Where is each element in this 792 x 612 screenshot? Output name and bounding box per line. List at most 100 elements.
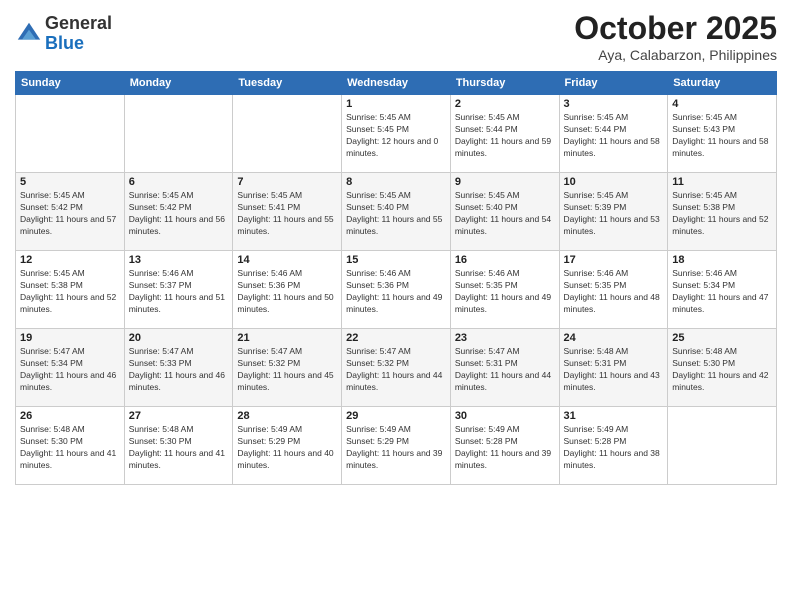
day-cell: 9 Sunrise: 5:45 AMSunset: 5:40 PMDaylight… bbox=[450, 173, 559, 251]
day-cell: 1Sunrise: 5:45 AMSunset: 5:45 PMDaylight… bbox=[342, 95, 451, 173]
day-number: 5 bbox=[20, 176, 120, 188]
day-info: Sunrise: 5:46 AMSunset: 5:36 PMDaylight:… bbox=[346, 268, 446, 316]
day-number: 14 bbox=[237, 254, 337, 266]
day-info: Sunrise: 5:47 AMSunset: 5:34 PMDaylight:… bbox=[20, 346, 120, 394]
location-subtitle: Aya, Calabarzon, Philippines bbox=[574, 47, 777, 63]
day-number: 8 bbox=[346, 176, 446, 188]
day-cell: 14 Sunrise: 5:46 AMSunset: 5:36 PMDayligh… bbox=[233, 251, 342, 329]
weekday-header-row: SundayMondayTuesdayWednesdayThursdayFrid… bbox=[16, 72, 777, 95]
day-number: 2 bbox=[455, 98, 555, 110]
day-info: Sunrise: 5:45 AMSunset: 5:42 PMDaylight:… bbox=[129, 190, 229, 238]
day-info: Sunrise: 5:47 AMSunset: 5:32 PMDaylight:… bbox=[237, 346, 337, 394]
day-cell: 29 Sunrise: 5:49 AMSunset: 5:29 PMDayligh… bbox=[342, 407, 451, 485]
day-cell: 25Sunrise: 5:48 AMSunset: 5:30 PMDayligh… bbox=[668, 329, 777, 407]
day-cell: 31 Sunrise: 5:49 AMSunset: 5:28 PMDayligh… bbox=[559, 407, 668, 485]
day-info: Sunrise: 5:49 AMSunset: 5:29 PMDaylight:… bbox=[237, 424, 337, 472]
day-info: Sunrise: 5:45 AMSunset: 5:43 PMDaylight:… bbox=[672, 112, 772, 160]
day-info: Sunrise: 5:46 AMSunset: 5:35 PMDaylight:… bbox=[564, 268, 664, 316]
weekday-header-tuesday: Tuesday bbox=[233, 72, 342, 95]
day-info: Sunrise: 5:45 AMSunset: 5:40 PMDaylight:… bbox=[455, 190, 555, 238]
day-number: 15 bbox=[346, 254, 446, 266]
day-info: Sunrise: 5:45 AMSunset: 5:38 PMDaylight:… bbox=[20, 268, 120, 316]
day-number: 10 bbox=[564, 176, 664, 188]
day-info: Sunrise: 5:49 AMSunset: 5:29 PMDaylight:… bbox=[346, 424, 446, 472]
day-cell: 19 Sunrise: 5:47 AMSunset: 5:34 PMDayligh… bbox=[16, 329, 125, 407]
day-cell bbox=[16, 95, 125, 173]
day-cell: 2 Sunrise: 5:45 AMSunset: 5:44 PMDaylight… bbox=[450, 95, 559, 173]
day-number: 1 bbox=[346, 98, 446, 110]
day-info: Sunrise: 5:47 AMSunset: 5:33 PMDaylight:… bbox=[129, 346, 229, 394]
day-cell: 27Sunrise: 5:48 AMSunset: 5:30 PMDayligh… bbox=[124, 407, 233, 485]
day-number: 18 bbox=[672, 254, 772, 266]
day-info: Sunrise: 5:45 AMSunset: 5:42 PMDaylight:… bbox=[20, 190, 120, 238]
day-cell: 17 Sunrise: 5:46 AMSunset: 5:35 PMDayligh… bbox=[559, 251, 668, 329]
day-cell: 24 Sunrise: 5:48 AMSunset: 5:31 PMDayligh… bbox=[559, 329, 668, 407]
week-row-4: 19 Sunrise: 5:47 AMSunset: 5:34 PMDayligh… bbox=[16, 329, 777, 407]
day-cell: 26 Sunrise: 5:48 AMSunset: 5:30 PMDayligh… bbox=[16, 407, 125, 485]
logo-text: General Blue bbox=[45, 14, 112, 54]
day-info: Sunrise: 5:45 AMSunset: 5:38 PMDaylight:… bbox=[672, 190, 772, 238]
day-cell: 28 Sunrise: 5:49 AMSunset: 5:29 PMDayligh… bbox=[233, 407, 342, 485]
weekday-header-thursday: Thursday bbox=[450, 72, 559, 95]
calendar-container: General Blue October 2025 Aya, Calabarzo… bbox=[0, 0, 792, 612]
day-cell: 30 Sunrise: 5:49 AMSunset: 5:28 PMDayligh… bbox=[450, 407, 559, 485]
day-number: 19 bbox=[20, 332, 120, 344]
day-info: Sunrise: 5:45 AMSunset: 5:41 PMDaylight:… bbox=[237, 190, 337, 238]
day-number: 13 bbox=[129, 254, 229, 266]
week-row-5: 26 Sunrise: 5:48 AMSunset: 5:30 PMDayligh… bbox=[16, 407, 777, 485]
logo-general: General bbox=[45, 13, 112, 33]
day-number: 28 bbox=[237, 410, 337, 422]
day-cell: 22Sunrise: 5:47 AMSunset: 5:32 PMDayligh… bbox=[342, 329, 451, 407]
weekday-header-monday: Monday bbox=[124, 72, 233, 95]
day-number: 29 bbox=[346, 410, 446, 422]
day-number: 22 bbox=[346, 332, 446, 344]
day-info: Sunrise: 5:49 AMSunset: 5:28 PMDaylight:… bbox=[455, 424, 555, 472]
day-cell: 20Sunrise: 5:47 AMSunset: 5:33 PMDayligh… bbox=[124, 329, 233, 407]
day-cell: 7Sunrise: 5:45 AMSunset: 5:41 PMDaylight… bbox=[233, 173, 342, 251]
logo-blue: Blue bbox=[45, 33, 84, 53]
week-row-2: 5 Sunrise: 5:45 AMSunset: 5:42 PMDaylight… bbox=[16, 173, 777, 251]
day-cell bbox=[668, 407, 777, 485]
day-number: 26 bbox=[20, 410, 120, 422]
day-cell: 4 Sunrise: 5:45 AMSunset: 5:43 PMDaylight… bbox=[668, 95, 777, 173]
day-number: 17 bbox=[564, 254, 664, 266]
day-info: Sunrise: 5:48 AMSunset: 5:30 PMDaylight:… bbox=[20, 424, 120, 472]
day-info: Sunrise: 5:45 AMSunset: 5:44 PMDaylight:… bbox=[564, 112, 664, 160]
day-info: Sunrise: 5:45 AMSunset: 5:44 PMDaylight:… bbox=[455, 112, 555, 160]
day-number: 3 bbox=[564, 98, 664, 110]
week-row-1: 1Sunrise: 5:45 AMSunset: 5:45 PMDaylight… bbox=[16, 95, 777, 173]
day-cell: 5 Sunrise: 5:45 AMSunset: 5:42 PMDaylight… bbox=[16, 173, 125, 251]
day-cell bbox=[233, 95, 342, 173]
day-info: Sunrise: 5:46 AMSunset: 5:35 PMDaylight:… bbox=[455, 268, 555, 316]
day-cell: 23Sunrise: 5:47 AMSunset: 5:31 PMDayligh… bbox=[450, 329, 559, 407]
day-number: 16 bbox=[455, 254, 555, 266]
day-number: 9 bbox=[455, 176, 555, 188]
title-block: October 2025 Aya, Calabarzon, Philippine… bbox=[574, 10, 777, 63]
day-number: 11 bbox=[672, 176, 772, 188]
day-info: Sunrise: 5:48 AMSunset: 5:30 PMDaylight:… bbox=[672, 346, 772, 394]
day-info: Sunrise: 5:45 AMSunset: 5:40 PMDaylight:… bbox=[346, 190, 446, 238]
day-cell: 21 Sunrise: 5:47 AMSunset: 5:32 PMDayligh… bbox=[233, 329, 342, 407]
day-cell: 11 Sunrise: 5:45 AMSunset: 5:38 PMDayligh… bbox=[668, 173, 777, 251]
day-cell: 18 Sunrise: 5:46 AMSunset: 5:34 PMDayligh… bbox=[668, 251, 777, 329]
month-title: October 2025 bbox=[574, 10, 777, 47]
day-info: Sunrise: 5:46 AMSunset: 5:36 PMDaylight:… bbox=[237, 268, 337, 316]
day-number: 30 bbox=[455, 410, 555, 422]
day-info: Sunrise: 5:48 AMSunset: 5:31 PMDaylight:… bbox=[564, 346, 664, 394]
weekday-header-sunday: Sunday bbox=[16, 72, 125, 95]
day-info: Sunrise: 5:46 AMSunset: 5:34 PMDaylight:… bbox=[672, 268, 772, 316]
day-number: 24 bbox=[564, 332, 664, 344]
day-info: Sunrise: 5:49 AMSunset: 5:28 PMDaylight:… bbox=[564, 424, 664, 472]
day-number: 4 bbox=[672, 98, 772, 110]
day-info: Sunrise: 5:46 AMSunset: 5:37 PMDaylight:… bbox=[129, 268, 229, 316]
day-cell: 3 Sunrise: 5:45 AMSunset: 5:44 PMDaylight… bbox=[559, 95, 668, 173]
day-cell: 16 Sunrise: 5:46 AMSunset: 5:35 PMDayligh… bbox=[450, 251, 559, 329]
day-cell: 8 Sunrise: 5:45 AMSunset: 5:40 PMDaylight… bbox=[342, 173, 451, 251]
day-info: Sunrise: 5:47 AMSunset: 5:31 PMDaylight:… bbox=[455, 346, 555, 394]
day-cell bbox=[124, 95, 233, 173]
day-number: 21 bbox=[237, 332, 337, 344]
day-cell: 13 Sunrise: 5:46 AMSunset: 5:37 PMDayligh… bbox=[124, 251, 233, 329]
day-number: 6 bbox=[129, 176, 229, 188]
day-number: 31 bbox=[564, 410, 664, 422]
header: General Blue October 2025 Aya, Calabarzo… bbox=[15, 10, 777, 63]
